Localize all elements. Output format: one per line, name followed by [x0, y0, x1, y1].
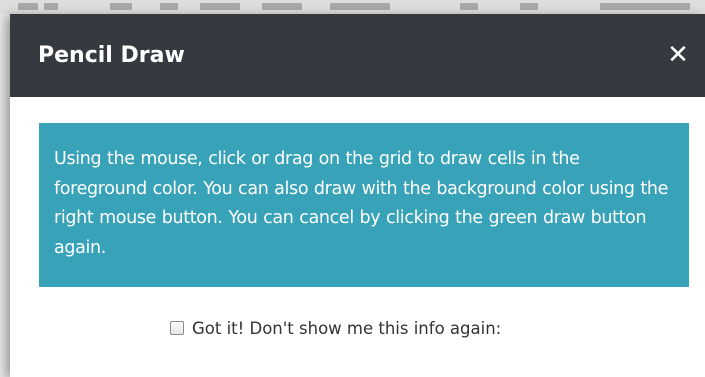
- info-text: Using the mouse, click or drag on the gr…: [54, 149, 669, 258]
- dont-show-again-checkbox[interactable]: [170, 321, 184, 335]
- dialog-header: Pencil Draw ✕: [10, 14, 705, 97]
- background-toolbar: [0, 0, 705, 14]
- dont-show-again-label[interactable]: Got it! Don't show me this info again:: [192, 319, 501, 338]
- close-icon[interactable]: ✕: [665, 40, 691, 70]
- dont-show-again-row[interactable]: Got it! Don't show me this info again:: [170, 315, 501, 341]
- info-alert: Using the mouse, click or drag on the gr…: [39, 123, 689, 287]
- dialog-title: Pencil Draw: [38, 43, 185, 68]
- pencil-draw-dialog: Pencil Draw ✕ Using the mouse, click or …: [10, 14, 705, 377]
